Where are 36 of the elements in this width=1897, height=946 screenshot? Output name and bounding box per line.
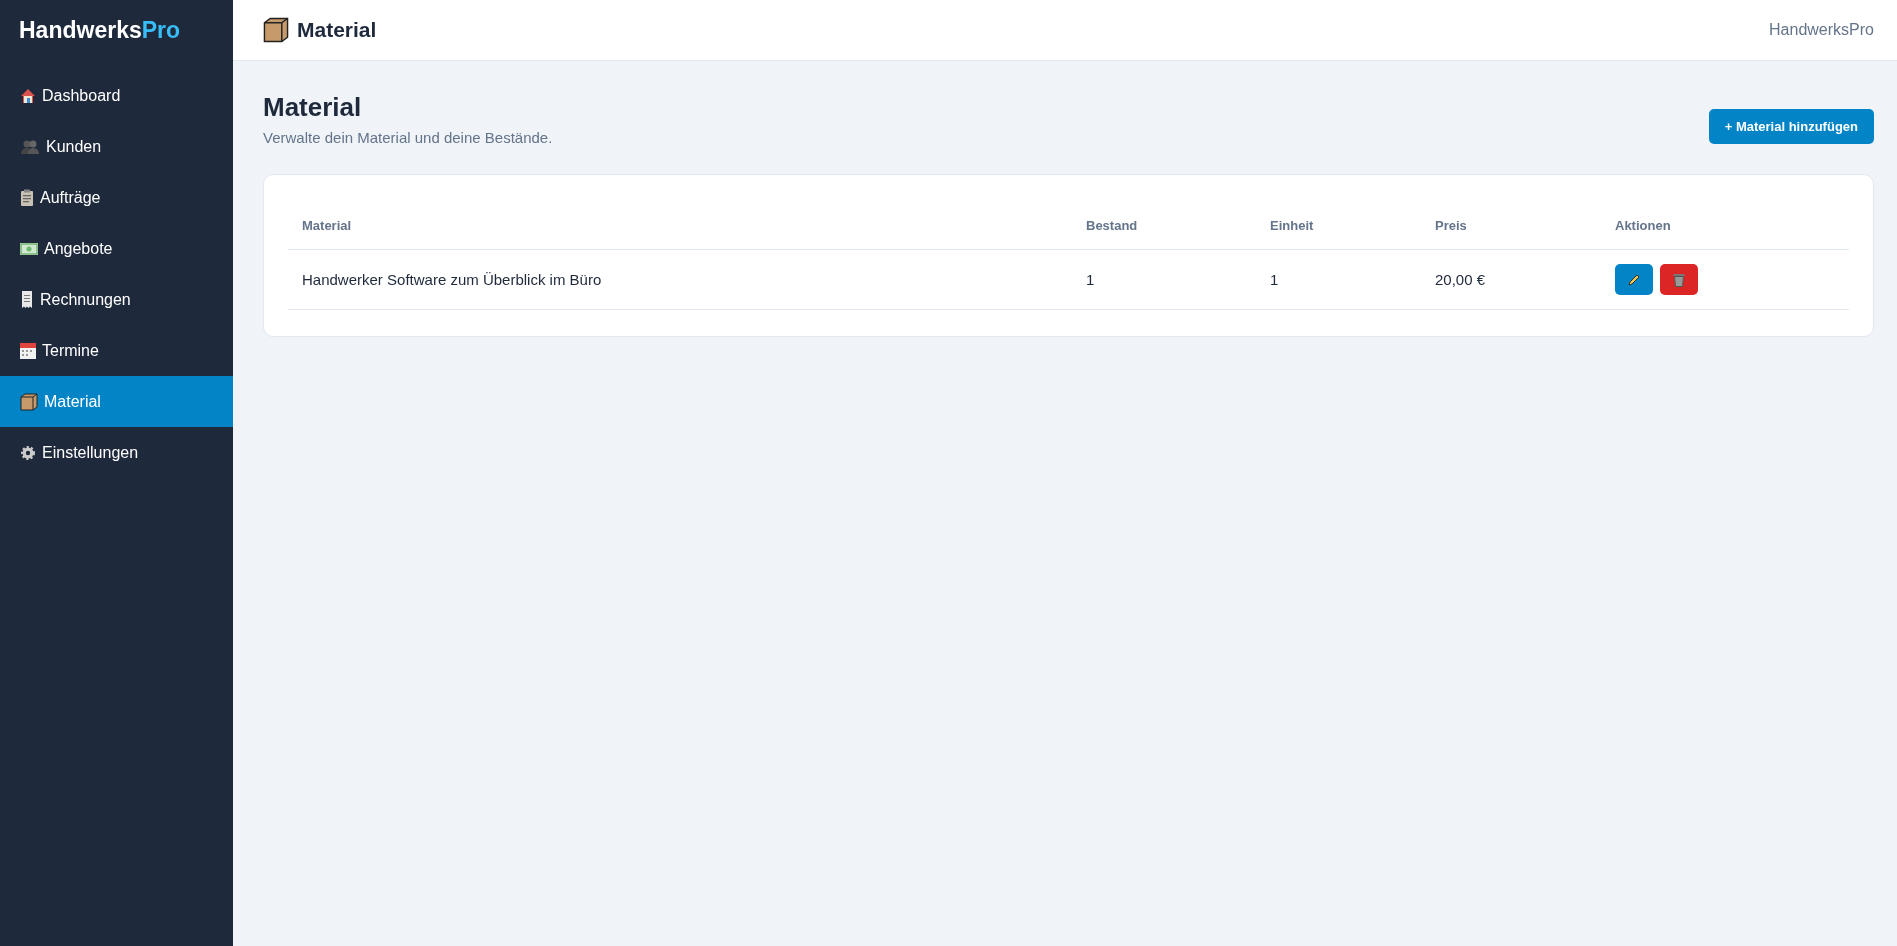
column-header: Einheit: [1270, 218, 1314, 233]
clipboard-icon: [20, 189, 34, 206]
column-header: Aktionen: [1615, 218, 1671, 233]
app-logo[interactable]: HandwerksPro: [0, 0, 233, 61]
house-icon: [20, 87, 36, 104]
sidebar-item[interactable]: Dashboard: [0, 70, 233, 121]
table-cell: 1: [1270, 271, 1279, 288]
sidebar-item[interactable]: Material: [0, 376, 233, 427]
banknote-icon: [20, 242, 38, 255]
table-cell: Handwerker Software zum Überblick im Büro: [302, 271, 602, 288]
column-header: Bestand: [1086, 218, 1138, 233]
table-cell: 1: [1086, 271, 1095, 288]
table-cell: 20,00 €: [1435, 271, 1486, 288]
calendar-icon: [20, 342, 36, 359]
column-header: Preis: [1435, 218, 1467, 233]
pencil-icon: [1627, 272, 1641, 287]
edit-button[interactable]: [1615, 264, 1653, 295]
user-name: HandwerksPro: [1769, 21, 1874, 39]
sidebar-item[interactable]: Rechnungen: [0, 274, 233, 325]
box-icon: [263, 17, 289, 43]
header-title: Material: [297, 18, 377, 42]
delete-button[interactable]: [1660, 264, 1698, 295]
page-subtitle: Verwalte dein Material und deine Bestände.: [263, 129, 553, 146]
sidebar-item[interactable]: Einstellungen: [0, 427, 233, 478]
add-material-button[interactable]: + Material hinzufügen: [1708, 109, 1874, 144]
trash-icon: [1673, 272, 1685, 287]
receipt-icon: [20, 291, 34, 308]
page-title: Material: [263, 92, 363, 123]
box-icon: [20, 392, 38, 411]
column-header: Material: [302, 218, 352, 233]
sidebar-item[interactable]: Angebote: [0, 223, 233, 274]
sidebar-item[interactable]: Aufträge: [0, 172, 233, 223]
sidebar-item[interactable]: Kunden: [0, 121, 233, 172]
people-icon: [20, 138, 40, 155]
sidebar-item[interactable]: Termine: [0, 325, 233, 376]
gear-icon: [20, 444, 36, 461]
